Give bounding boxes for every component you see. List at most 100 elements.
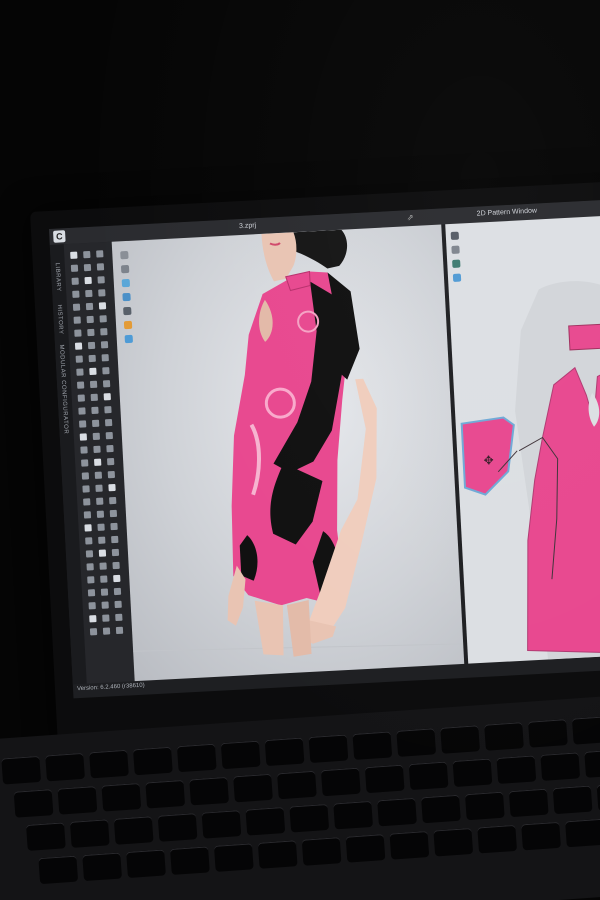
toolbar-tool-icon[interactable]	[113, 587, 122, 596]
toolbar-tool-icon[interactable]	[89, 628, 98, 636]
keyboard-key	[220, 740, 261, 770]
toolbar-tool-icon[interactable]	[98, 536, 106, 544]
toolbar-tool-icon[interactable]	[70, 264, 79, 272]
toolbar-tool-icon[interactable]	[89, 615, 97, 623]
toolbar-tool-icon[interactable]	[100, 328, 108, 336]
toolbar-tool-icon[interactable]	[78, 407, 86, 415]
toolbar-tool-icon[interactable]	[87, 589, 96, 597]
tab-history[interactable]: HISTORY	[56, 304, 64, 334]
toolbar-tool-icon[interactable]	[91, 419, 100, 428]
toolbar-tool-icon[interactable]	[113, 574, 121, 583]
tab-library[interactable]: LIBRARY	[54, 263, 62, 292]
logo-icon[interactable]: C	[53, 230, 66, 243]
toolbar-tool-icon[interactable]	[109, 496, 117, 505]
toolbar-tool-icon[interactable]	[91, 406, 99, 415]
toolbar-tool-icon[interactable]	[99, 562, 107, 570]
toolbar-tool-icon[interactable]	[86, 563, 94, 571]
toolbar-tool-icon[interactable]	[85, 550, 94, 558]
toolbar-tool-icon[interactable]	[70, 251, 78, 259]
toolbar-tool-icon[interactable]	[93, 445, 101, 453]
toolbar-tool-icon[interactable]	[85, 289, 93, 298]
toolbar-tool-icon[interactable]	[101, 354, 109, 362]
toolbar-tool-icon[interactable]	[83, 498, 91, 506]
toolbar-tool-icon[interactable]	[98, 289, 106, 297]
toolbar-tool-icon[interactable]	[82, 485, 90, 493]
toolbar-tool-icon[interactable]	[72, 303, 81, 311]
toolbar-tool-icon[interactable]	[102, 627, 111, 635]
toolbar-tool-icon[interactable]	[94, 471, 103, 479]
toolbar-tool-icon[interactable]	[97, 523, 105, 531]
toolbar-tool-icon[interactable]	[96, 263, 105, 271]
toolbar-tool-icon[interactable]	[106, 457, 115, 466]
toolbar-tool-icon[interactable]	[100, 575, 108, 583]
toolbar-tool-icon[interactable]	[100, 341, 109, 349]
toolbar-tool-icon[interactable]	[102, 367, 110, 375]
toolbar-tool-icon[interactable]	[106, 444, 114, 453]
toolbar-tool-icon[interactable]	[88, 602, 96, 610]
toolbar-tool-icon[interactable]	[74, 329, 82, 337]
toolbar-tool-icon[interactable]	[85, 302, 94, 311]
toolbar-tool-icon[interactable]	[85, 537, 93, 545]
keyboard-key	[345, 834, 386, 863]
toolbar-tool-icon[interactable]	[94, 458, 102, 466]
tab-modular-configurator[interactable]: MODULAR CONFIGURATOR	[58, 344, 69, 434]
toolbar-tool-icon[interactable]	[104, 406, 112, 414]
toolbar-tool-icon[interactable]	[115, 626, 124, 635]
keyboard-key	[320, 767, 361, 797]
toolbar-tool-icon[interactable]	[76, 381, 85, 389]
share-icon[interactable]: ⇗	[407, 213, 414, 222]
toolbar-tool-icon[interactable]	[97, 276, 105, 284]
toolbar-tool-icon[interactable]	[86, 315, 94, 324]
toolbar-tool-icon[interactable]	[92, 432, 101, 441]
toolbar-tool-icon[interactable]	[109, 509, 118, 518]
toolbar-tool-icon[interactable]	[87, 576, 95, 584]
toolbar-tool-icon[interactable]	[77, 394, 85, 402]
toolbar-tool-icon[interactable]	[87, 341, 96, 350]
toolbar-tool-icon[interactable]	[101, 601, 109, 609]
toolbar-tool-icon[interactable]	[81, 472, 90, 480]
toolbar-tool-icon[interactable]	[79, 433, 88, 441]
3d-viewport[interactable]	[111, 224, 465, 682]
toolbar-tool-icon[interactable]	[96, 510, 105, 518]
toolbar-tool-icon[interactable]	[81, 459, 89, 467]
toolbar-tool-icon[interactable]	[71, 277, 79, 285]
toolbar-tool-icon[interactable]	[115, 613, 123, 622]
toolbar-tool-icon[interactable]	[111, 535, 119, 544]
2d-pattern-window[interactable]: ✥	[445, 213, 600, 664]
toolbar-tool-icon[interactable]	[98, 549, 107, 557]
toolbar-tool-icon[interactable]	[87, 328, 95, 337]
toolbar-tool-icon[interactable]	[105, 431, 113, 440]
toolbar-tool-icon[interactable]	[74, 342, 83, 350]
toolbar-tool-icon[interactable]	[99, 315, 107, 323]
toolbar-tool-icon[interactable]	[104, 418, 113, 427]
toolbar-tool-icon[interactable]	[83, 263, 92, 272]
toolbar-tool-icon[interactable]	[96, 497, 104, 505]
toolbar-tool-icon[interactable]	[90, 393, 98, 402]
toolbar-tool-icon[interactable]	[76, 368, 84, 376]
toolbar-tool-icon[interactable]	[114, 600, 122, 609]
toolbar-tool-icon[interactable]	[78, 420, 87, 428]
toolbar-tool-icon[interactable]	[107, 470, 116, 479]
toolbar-tool-icon[interactable]	[83, 250, 91, 259]
toolbar-tool-icon[interactable]	[100, 588, 109, 596]
toolbar-tool-icon[interactable]	[72, 290, 80, 298]
toolbar-tool-icon[interactable]	[111, 548, 120, 557]
toolbar-tool-icon[interactable]	[102, 380, 111, 388]
toolbar-tool-icon[interactable]	[98, 302, 107, 310]
toolbar-tool-icon[interactable]	[108, 483, 116, 492]
toolbar-tool-icon[interactable]	[96, 250, 104, 258]
toolbar-tool-icon[interactable]	[73, 316, 81, 324]
toolbar-tool-icon[interactable]	[83, 511, 92, 519]
toolbar-tool-icon[interactable]	[103, 393, 111, 401]
toolbar-tool-icon[interactable]	[80, 446, 88, 454]
toolbar-tool-icon[interactable]	[84, 524, 92, 532]
toolbar-tool-icon[interactable]	[84, 276, 92, 285]
toolbar-tool-icon[interactable]	[110, 522, 118, 531]
toolbar-tool-icon[interactable]	[112, 561, 120, 570]
toolbar-tool-icon[interactable]	[75, 355, 83, 363]
toolbar-tool-icon[interactable]	[102, 614, 110, 622]
toolbar-tool-icon[interactable]	[95, 484, 103, 492]
toolbar-tool-icon[interactable]	[89, 367, 97, 376]
toolbar-tool-icon[interactable]	[89, 380, 98, 389]
toolbar-tool-icon[interactable]	[88, 354, 96, 363]
